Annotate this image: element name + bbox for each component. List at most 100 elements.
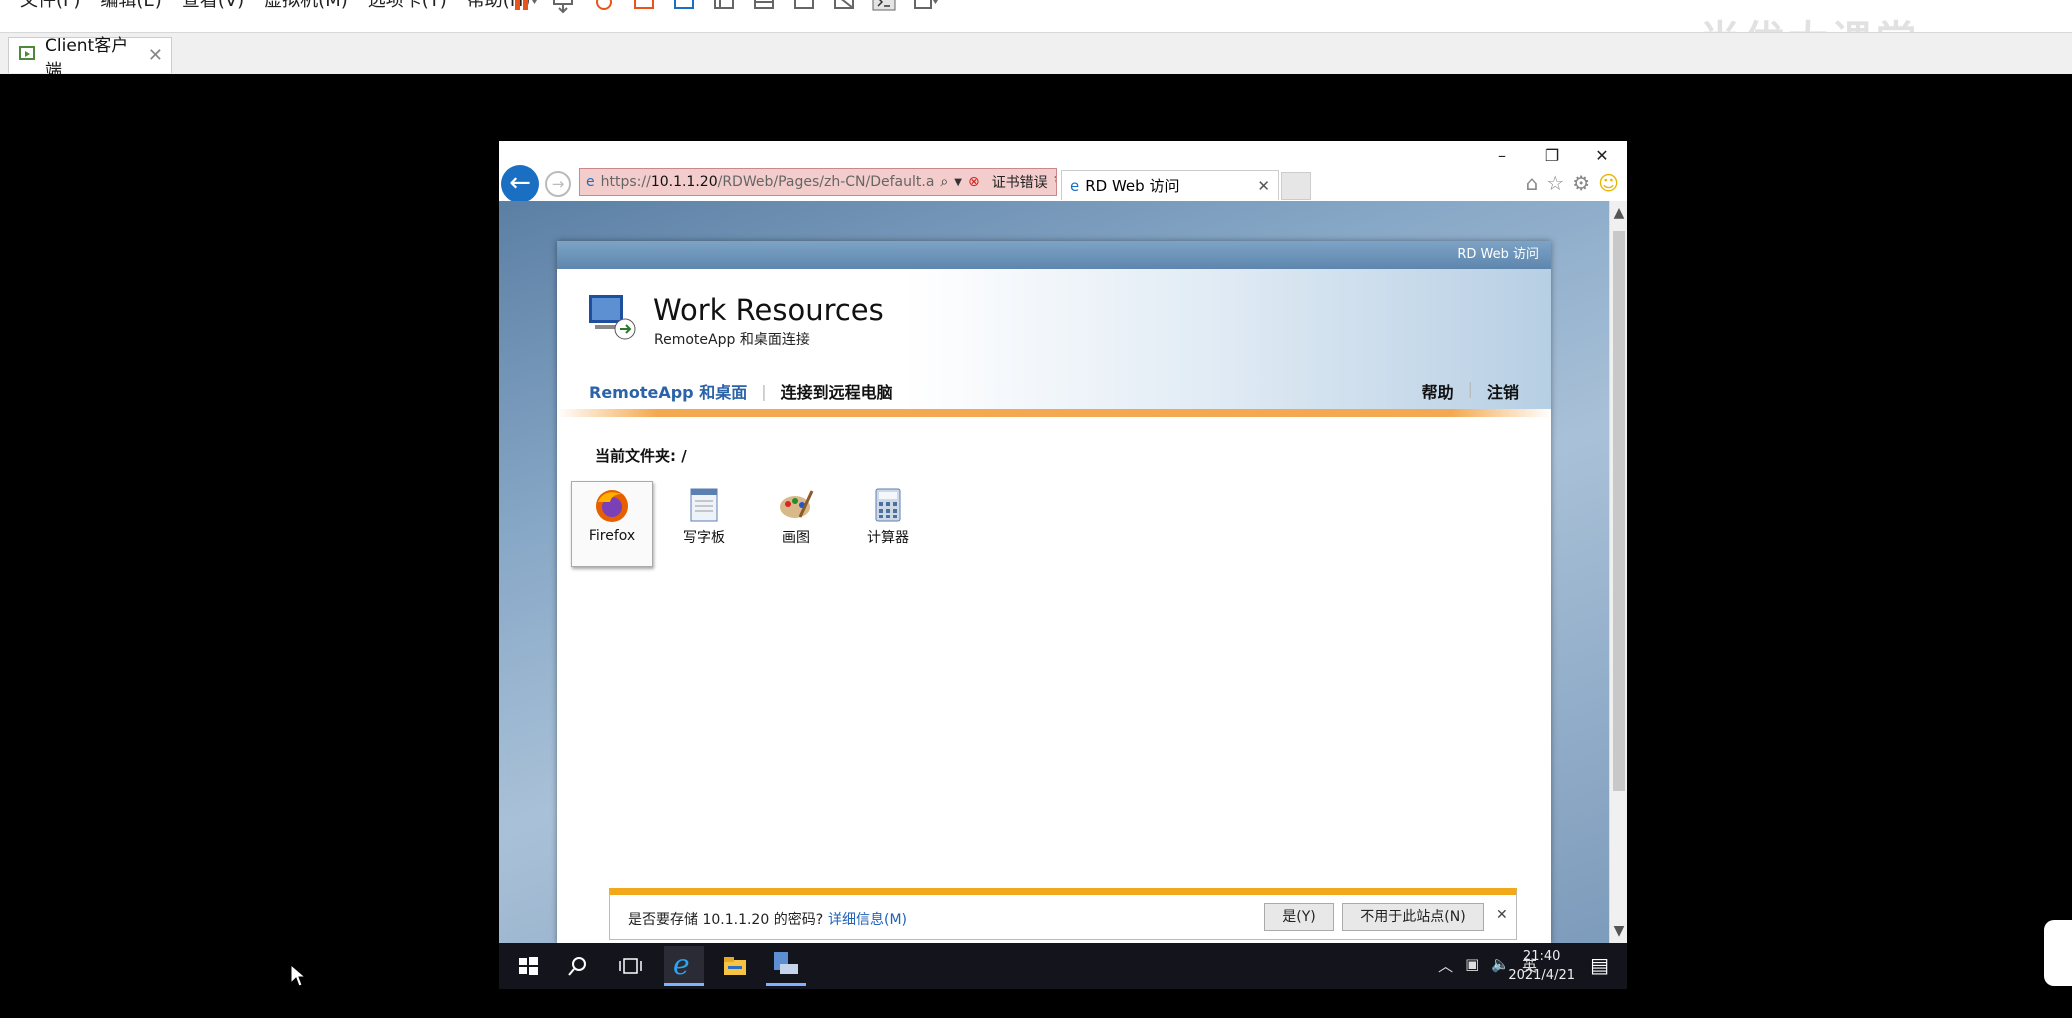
ie-tab-title: RD Web 访问 xyxy=(1085,177,1180,195)
app-paint[interactable]: 画图 xyxy=(755,481,837,567)
app-label: 画图 xyxy=(782,530,810,546)
view-normal-icon[interactable] xyxy=(712,0,738,16)
ie-window: – ❐ ✕ ← → e https://10.1.1.20/RDWeb/Page… xyxy=(499,141,1627,943)
volume-muted-icon[interactable]: 🔈 xyxy=(1491,955,1510,976)
vm-tabstrip: Client客户端 ✕ xyxy=(0,32,2072,81)
app-label: 写字板 xyxy=(683,530,725,546)
fullscreen-icon[interactable] xyxy=(792,0,818,16)
tab-close-icon[interactable]: ✕ xyxy=(1257,177,1270,195)
search-icon[interactable] xyxy=(563,951,593,981)
firefox-icon xyxy=(594,488,630,524)
not-for-site-button[interactable]: 不用于此站点(N) xyxy=(1342,903,1484,931)
vm-tab-label: Client客户端 xyxy=(45,35,129,81)
menu-edit[interactable]: 编辑(E) xyxy=(100,0,161,10)
side-panel-button[interactable] xyxy=(2044,920,2072,986)
page-title: Work Resources xyxy=(653,293,884,327)
scroll-thumb[interactable] xyxy=(1613,231,1625,791)
action-center-icon[interactable]: ▤ xyxy=(1590,953,1609,977)
paint-icon xyxy=(778,487,814,523)
save-password-question: 是否要存储 10.1.1.20 的密码? xyxy=(628,912,824,928)
snapshot-manager-icon[interactable] xyxy=(672,0,698,16)
forward-button[interactable]: → xyxy=(545,171,571,197)
smiley-icon[interactable]: ☺ xyxy=(1598,171,1619,195)
ie-tab[interactable]: e RD Web 访问 ✕ xyxy=(1061,170,1279,200)
server-manager-icon[interactable] xyxy=(766,946,806,986)
clock-time: 21:40 xyxy=(1522,949,1561,964)
yes-button[interactable]: 是(Y) xyxy=(1264,903,1334,931)
snapshot-icon[interactable] xyxy=(592,0,618,16)
back-button[interactable]: ← xyxy=(501,165,539,203)
menu-vm[interactable]: 虚拟机(M) xyxy=(264,0,348,10)
windows-start-icon[interactable] xyxy=(513,951,543,981)
rdweb-panel: RD Web 访问 Work Resources RemoteApp 和桌面连接… xyxy=(557,241,1551,943)
home-icon[interactable]: ⌂ xyxy=(1526,171,1539,195)
rdweb-header: Work Resources RemoteApp 和桌面连接 RemoteApp… xyxy=(557,269,1551,409)
window-controls: – ❐ ✕ xyxy=(1477,141,1627,171)
mouse-cursor-icon xyxy=(290,963,307,988)
nav-separator: | xyxy=(761,381,767,401)
ie-taskbar-icon[interactable]: e xyxy=(664,946,704,986)
ie-page-icon: e xyxy=(586,174,595,190)
rdweb-topbar: RD Web 访问 xyxy=(557,241,1551,269)
details-link[interactable]: 详细信息(M) xyxy=(828,909,907,929)
wordpad-icon xyxy=(686,487,722,523)
close-window-icon[interactable]: ✕ xyxy=(1577,141,1627,171)
vm-toolbar xyxy=(512,0,938,16)
orange-divider xyxy=(557,409,1551,417)
app-label: 计算器 xyxy=(867,530,909,546)
page-subtitle: RemoteApp 和桌面连接 xyxy=(654,332,810,348)
file-explorer-icon[interactable] xyxy=(720,951,750,981)
chevron-up-icon[interactable]: ︿ xyxy=(1438,955,1453,976)
gear-icon[interactable]: ⚙ xyxy=(1572,171,1590,195)
right-nav: 帮助 | 注销 xyxy=(1422,379,1519,403)
nav-logout[interactable]: 注销 xyxy=(1487,379,1519,403)
view-console-icon[interactable] xyxy=(752,0,778,16)
cert-error-label[interactable]: 证书错误 xyxy=(992,172,1048,192)
ie-tab-icon: e xyxy=(1070,176,1080,195)
app-label: Firefox xyxy=(588,528,636,544)
refresh-icon[interactable]: ↻ xyxy=(1054,174,1056,190)
svg-text:e: e xyxy=(673,948,690,981)
restore-icon[interactable]: ❐ xyxy=(1527,141,1577,171)
app-wordpad[interactable]: 写字板 xyxy=(663,481,745,567)
task-view-icon[interactable] xyxy=(615,951,645,981)
nav-help[interactable]: 帮助 xyxy=(1422,379,1454,403)
calculator-icon xyxy=(870,487,906,523)
clock-date: 2021/4/21 xyxy=(1508,968,1575,983)
vmware-chrome: 文件(F) 编辑(E) 查看(V) 虚拟机(M) 选项卡(T) 帮助(H) 尚优… xyxy=(0,0,2072,81)
network-icon[interactable]: ▣ xyxy=(1465,955,1479,976)
search-icon[interactable]: ⌕ xyxy=(940,174,948,190)
remote-desktop-logo-icon xyxy=(587,291,637,341)
unity-icon[interactable] xyxy=(832,0,858,16)
minimize-icon[interactable]: – xyxy=(1477,141,1527,171)
new-tab-button[interactable] xyxy=(1281,172,1311,200)
menu-file[interactable]: 文件(F) xyxy=(20,0,80,10)
vertical-scrollbar[interactable]: ▲ ▼ xyxy=(1609,201,1627,943)
menu-tabs[interactable]: 选项卡(T) xyxy=(368,0,447,10)
close-icon[interactable]: ✕ xyxy=(148,45,163,66)
dropdown-icon[interactable]: ▼ xyxy=(954,177,962,188)
scroll-down-icon[interactable]: ▼ xyxy=(1610,923,1627,939)
menu-view[interactable]: 查看(V) xyxy=(182,0,244,10)
nav-remoteapp[interactable]: RemoteApp 和桌面 xyxy=(589,379,747,403)
close-icon[interactable]: ✕ xyxy=(1496,907,1508,923)
stretch-icon[interactable] xyxy=(912,0,938,16)
pause-icon[interactable] xyxy=(512,0,538,16)
address-bar[interactable]: e https://10.1.1.20/RDWeb/Pages/zh-CN/De… xyxy=(579,168,1057,196)
current-folder: 当前文件夹: / xyxy=(595,447,687,465)
ie-toolbar-right: ⌂ ☆ ⚙ ☺ xyxy=(1526,171,1619,195)
revert-snapshot-icon[interactable] xyxy=(632,0,658,16)
app-list: Firefox 写字板 画图 计算器 xyxy=(571,481,929,567)
clock[interactable]: 21:40 2021/4/21 xyxy=(1508,947,1575,985)
windows-taskbar: e ︿ ▣ 🔈 英 21:40 2021/4/21 ▤ xyxy=(499,943,1627,989)
nav-connect-remote[interactable]: 连接到远程电脑 xyxy=(781,379,893,403)
favorites-icon[interactable]: ☆ xyxy=(1546,171,1564,195)
send-keys-icon[interactable] xyxy=(552,0,578,16)
app-firefox[interactable]: Firefox xyxy=(571,481,653,567)
main-nav: RemoteApp 和桌面 | 连接到远程电脑 xyxy=(589,379,893,403)
scroll-up-icon[interactable]: ▲ xyxy=(1610,205,1627,221)
terminal-icon[interactable] xyxy=(872,0,898,16)
app-calculator[interactable]: 计算器 xyxy=(847,481,929,567)
vm-tab-client[interactable]: Client客户端 ✕ xyxy=(8,36,172,81)
nav-separator: | xyxy=(1467,379,1473,398)
